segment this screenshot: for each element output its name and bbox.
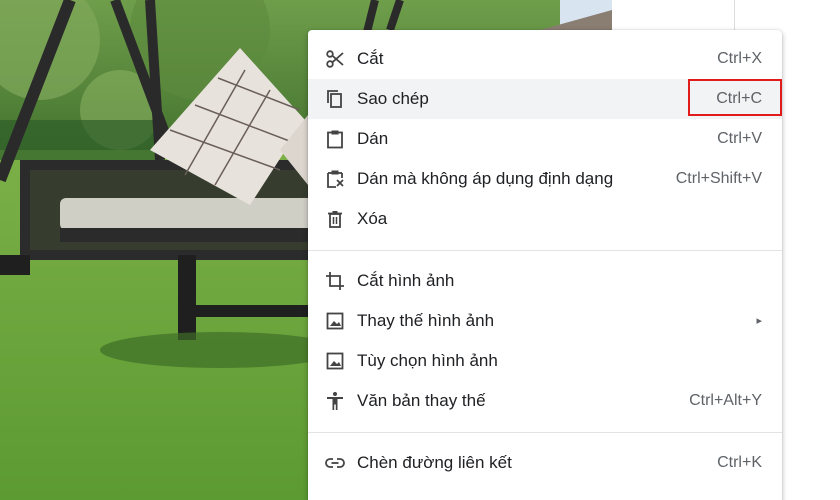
menu-item-label: Dán bbox=[357, 129, 389, 148]
highlight-annotation-box bbox=[688, 79, 782, 116]
trash-icon bbox=[325, 209, 345, 229]
menu-item-shortcut: Ctrl+Shift+V bbox=[675, 170, 762, 187]
menu-item-shortcut: Ctrl+Alt+Y bbox=[689, 392, 762, 409]
menu-separator bbox=[308, 250, 782, 251]
menu-item-shortcut: Ctrl+K bbox=[717, 454, 762, 471]
menu-item-cut[interactable]: Cắt Ctrl+X bbox=[308, 39, 782, 79]
menu-item-shortcut: Ctrl+X bbox=[717, 50, 762, 67]
crop-icon bbox=[325, 271, 345, 291]
menu-item-shortcut: Ctrl+V bbox=[717, 130, 762, 147]
menu-item-image-options[interactable]: Tùy chọn hình ảnh bbox=[308, 341, 782, 381]
scissors-icon bbox=[325, 49, 345, 69]
menu-item-crop[interactable]: Cắt hình ảnh bbox=[308, 261, 782, 301]
menu-item-insert-link[interactable]: Chèn đường liên kết Ctrl+K bbox=[308, 443, 782, 483]
menu-item-label: Cắt hình ảnh bbox=[357, 271, 455, 290]
link-icon bbox=[325, 453, 345, 473]
menu-item-label: Cắt bbox=[357, 49, 384, 68]
menu-item-label: Tùy chọn hình ảnh bbox=[357, 351, 498, 370]
submenu-arrow-icon: ▸ bbox=[756, 315, 762, 327]
accessibility-icon bbox=[325, 391, 345, 411]
menu-separator bbox=[308, 432, 782, 433]
menu-item-label: Chèn đường liên kết bbox=[357, 453, 512, 472]
image-icon bbox=[325, 311, 345, 331]
image-icon bbox=[325, 351, 345, 371]
clipboard-icon bbox=[325, 129, 345, 149]
menu-item-label: Văn bản thay thế bbox=[357, 391, 486, 410]
menu-item-label: Sao chép bbox=[357, 89, 429, 108]
menu-item-alt-text[interactable]: Văn bản thay thế Ctrl+Alt+Y bbox=[308, 381, 782, 421]
menu-item-paste-plain[interactable]: Dán mà không áp dụng định dạng Ctrl+Shif… bbox=[308, 159, 782, 199]
menu-item-label: Thay thế hình ảnh bbox=[357, 311, 495, 330]
menu-item-paste[interactable]: Dán Ctrl+V bbox=[308, 119, 782, 159]
menu-item-label: Dán mà không áp dụng định dạng bbox=[357, 169, 614, 188]
menu-item-replace-image[interactable]: Thay thế hình ảnh ▸ bbox=[308, 301, 782, 341]
menu-item-delete[interactable]: Xóa bbox=[308, 199, 782, 239]
screen: Cắt Ctrl+X Sao chép Ctrl+C Dán Ctrl+V Dá… bbox=[0, 0, 840, 500]
clipboard-clear-format-icon bbox=[325, 169, 345, 189]
copy-icon bbox=[325, 89, 345, 109]
menu-item-label: Xóa bbox=[357, 209, 388, 228]
